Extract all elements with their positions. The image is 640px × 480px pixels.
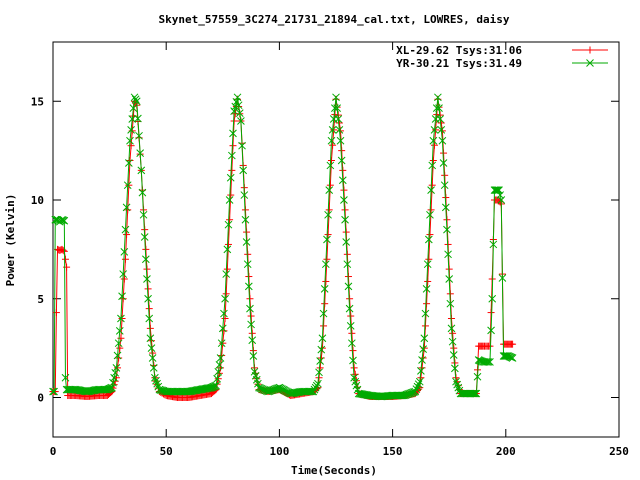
data-point — [427, 206, 435, 214]
data-point — [425, 255, 433, 263]
data-point — [429, 157, 437, 164]
data-point — [327, 157, 335, 164]
data-point — [124, 206, 132, 214]
legend-marker-xl — [586, 46, 594, 54]
data-point — [449, 329, 457, 337]
x-tick-label: 0 — [50, 445, 57, 458]
series-line — [53, 99, 513, 398]
data-point — [219, 339, 227, 347]
chart-root: Skynet_57559_3C274_21731_21894_cal.txt, … — [0, 0, 640, 480]
x-tick-label: 250 — [609, 445, 629, 458]
data-point — [229, 142, 237, 150]
y-axis-label: Power (Kelvin) — [4, 194, 17, 287]
data-point — [487, 309, 495, 317]
series-xl — [49, 95, 517, 401]
data-point — [224, 240, 232, 248]
data-point — [228, 166, 236, 174]
data-point — [426, 231, 434, 239]
data-point — [147, 337, 155, 345]
x-tick-label: 150 — [383, 445, 403, 458]
legend: XL-29.62 Tsys:31.06 YR-30.21 Tsys:31.49 — [396, 44, 608, 70]
data-point — [111, 368, 120, 377]
data-point — [227, 191, 235, 199]
data-point — [120, 275, 128, 283]
data-point — [61, 255, 69, 263]
data-point — [432, 126, 440, 134]
data-point — [322, 277, 330, 285]
data-point — [226, 216, 234, 224]
series-layer — [49, 93, 517, 401]
series-yr — [49, 93, 517, 401]
chart-title: Skynet_57559_3C274_21731_21894_cal.txt, … — [159, 13, 510, 26]
y-tick-label: 5 — [37, 293, 44, 306]
data-point — [326, 181, 334, 189]
x-tick-label: 50 — [160, 445, 173, 458]
legend-label-yr: YR-30.21 Tsys:31.49 — [396, 57, 522, 70]
data-point — [423, 300, 431, 308]
data-point — [223, 265, 231, 273]
data-point — [325, 206, 333, 214]
data-point — [222, 290, 230, 298]
data-point — [428, 181, 436, 189]
data-point — [63, 263, 71, 271]
data-point — [218, 352, 226, 360]
y-tick-label: 15 — [31, 95, 44, 108]
data-point — [118, 315, 126, 322]
data-point — [116, 344, 124, 352]
data-point — [119, 295, 127, 303]
data-point — [323, 255, 331, 263]
data-point — [321, 300, 329, 308]
y-tick-label: 0 — [37, 392, 44, 405]
legend-marker-glyph — [586, 46, 594, 54]
x-tick-label: 200 — [496, 445, 516, 458]
data-point — [52, 309, 60, 317]
legend-label-xl: XL-29.62 Tsys:31.06 — [396, 44, 522, 57]
data-point — [115, 354, 123, 362]
x-tick-label: 100 — [269, 445, 289, 458]
data-point — [214, 375, 222, 383]
data-point — [330, 126, 338, 134]
data-point — [121, 255, 129, 263]
data-point — [424, 277, 432, 285]
data-point — [127, 142, 135, 150]
x-axis-label: Time(Seconds) — [291, 464, 377, 477]
power-vs-time-chart: Skynet_57559_3C274_21731_21894_cal.txt, … — [4, 13, 629, 477]
data-point — [221, 315, 229, 322]
data-point — [126, 157, 134, 164]
data-point — [125, 181, 133, 189]
y-tick-label: 10 — [31, 194, 44, 207]
data-point — [220, 327, 228, 335]
data-point — [123, 231, 131, 239]
data-point — [324, 231, 332, 239]
